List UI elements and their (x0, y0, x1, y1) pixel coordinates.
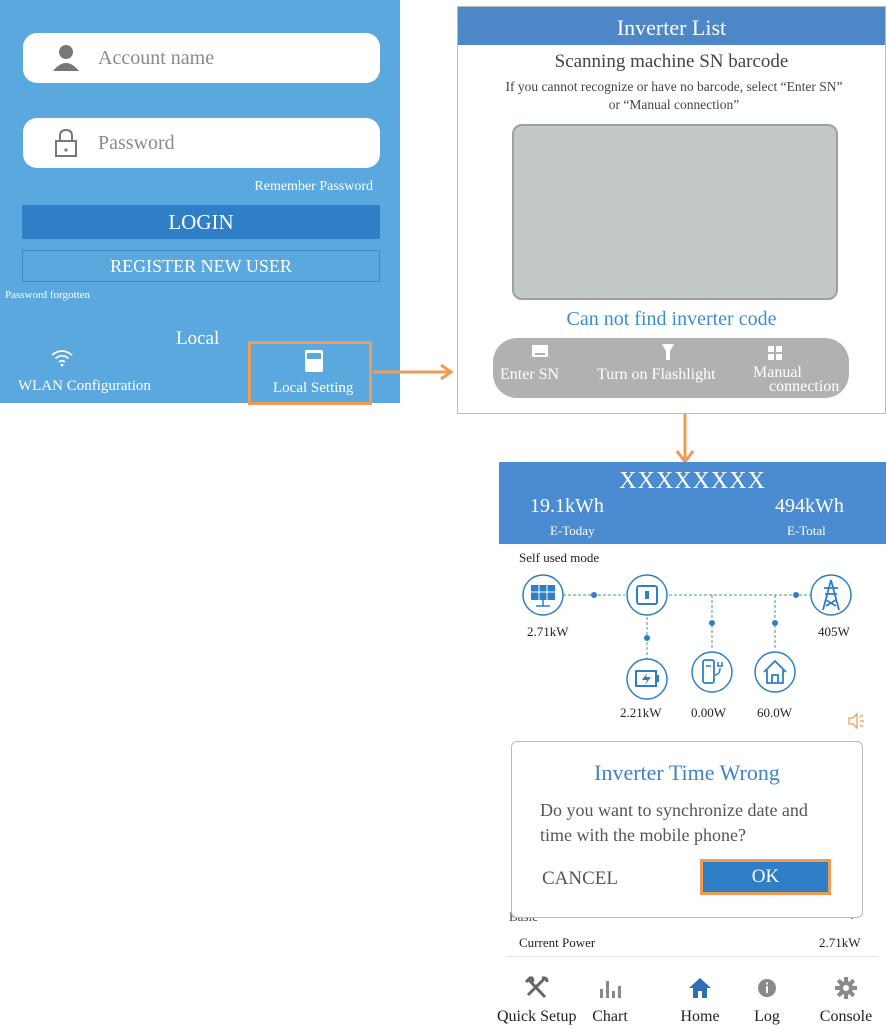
flashlight-button[interactable]: Turn on Flashlight (597, 338, 747, 398)
current-power-value: 2.71kW (819, 935, 861, 950)
dialog-message-line1: Do you want to synchronize date and (540, 800, 808, 820)
nav-log-label: Log (754, 1008, 780, 1025)
scan-description-line1: If you cannot recognize or have no barco… (505, 79, 843, 94)
home-screen: XXXXXXXX 19.1kWh E-Today 494kWh E-Total … (497, 462, 886, 1029)
info-icon (758, 979, 776, 997)
manual-label-line2: connection (769, 378, 840, 395)
grid-tower-icon (810, 574, 852, 616)
inverter-serial: XXXXXXXX (619, 468, 766, 494)
scan-title: Scanning machine SN barcode (554, 51, 789, 72)
manual-connection-button[interactable]: Manual connection (753, 338, 849, 398)
password-field[interactable]: Password (23, 118, 380, 168)
register-button[interactable]: REGISTER NEW USER (22, 250, 380, 282)
wlan-configuration-label: WLAN Configuration (18, 378, 151, 394)
flashlight-label: Turn on Flashlight (597, 366, 716, 383)
nav-chart[interactable]: Chart (571, 974, 649, 1025)
pv-power-value: 2.71kW (527, 624, 569, 639)
current-power-label: Current Power (519, 935, 596, 950)
cancel-button[interactable]: CANCEL (542, 868, 618, 890)
scan-description-line2: or “Manual connection” (608, 97, 740, 112)
account-placeholder: Account name (98, 47, 215, 69)
dialog-message: Do you want to synchronize date and time… (540, 798, 850, 848)
flashlight-icon (662, 344, 674, 360)
grid-icon (768, 346, 782, 360)
e-today-label: E-Today (550, 523, 595, 538)
dialog-title: Inverter Time Wrong (594, 760, 780, 785)
local-section-label: Local (176, 328, 220, 349)
lock-icon (55, 128, 77, 157)
nav-chart-label: Chart (592, 1008, 628, 1025)
scan-action-bar: Enter SN Turn on Flashlight Manual conne… (493, 338, 849, 398)
account-field[interactable]: Account name (23, 33, 380, 83)
wifi-icon (51, 350, 73, 367)
home-power-value: 60.0W (757, 705, 793, 720)
arrow-right-icon (373, 363, 454, 381)
local-setting-label: Local Setting (273, 380, 354, 396)
login-button[interactable]: LOGIN (22, 205, 380, 239)
inverter-list-title: Inverter List (458, 7, 885, 45)
arrow-down-icon (675, 408, 695, 465)
ev-charger-icon (691, 651, 733, 693)
cannot-find-inverter-link[interactable]: Can not find inverter code (458, 308, 885, 331)
battery-power-value: 2.21kW (620, 705, 662, 720)
tools-icon (524, 976, 549, 999)
house-icon (754, 651, 796, 693)
inverter-list-screen: Inverter List Scanning machine SN barcod… (457, 6, 886, 414)
bottom-navigation: Quick Setup Chart Home Log Console (497, 974, 886, 1029)
keyboard-icon (532, 345, 548, 357)
dialog-message-line2: time with the mobile phone? (540, 825, 746, 845)
nav-console[interactable]: Console (807, 974, 885, 1025)
password-forgotten-link[interactable]: Password forgotten (5, 289, 90, 301)
battery-icon (626, 658, 668, 700)
nav-quick-setup-label: Quick Setup (497, 1008, 577, 1025)
password-placeholder: Password (98, 132, 175, 154)
local-setting-button[interactable]: Local Setting (248, 341, 372, 405)
barcode-scanner-viewport[interactable] (512, 124, 838, 300)
time-wrong-dialog: Inverter Time Wrong Do you want to synch… (511, 741, 863, 918)
home-header: XXXXXXXX 19.1kWh E-Today 494kWh E-Total (499, 462, 886, 544)
gear-icon (835, 977, 857, 999)
inverter-icon (626, 574, 668, 616)
nav-quick-setup[interactable]: Quick Setup (497, 974, 577, 1025)
e-total-value: 494kWh (775, 495, 844, 517)
e-today-value: 19.1kWh (530, 495, 604, 517)
ok-button[interactable]: OK (700, 859, 831, 895)
login-panel: Account name Password Remember Password … (0, 0, 400, 405)
e-total-label: E-Total (787, 523, 826, 538)
home-icon (689, 978, 711, 998)
user-icon (53, 45, 79, 71)
device-icon (305, 350, 323, 372)
grid-power-value: 405W (818, 624, 850, 639)
enter-sn-button[interactable]: Enter SN (493, 338, 593, 398)
nav-console-label: Console (819, 1008, 873, 1025)
divider (507, 956, 878, 957)
nav-log[interactable]: Log (728, 974, 806, 1025)
solar-panel-icon (522, 574, 564, 616)
ev-power-value: 0.00W (691, 705, 727, 720)
enter-sn-label: Enter SN (500, 366, 560, 383)
scan-description: If you cannot recognize or have no barco… (464, 78, 884, 114)
speaker-icon[interactable] (847, 712, 865, 730)
remember-password-toggle[interactable]: Remember Password (254, 179, 373, 195)
bar-chart-icon (600, 981, 621, 998)
